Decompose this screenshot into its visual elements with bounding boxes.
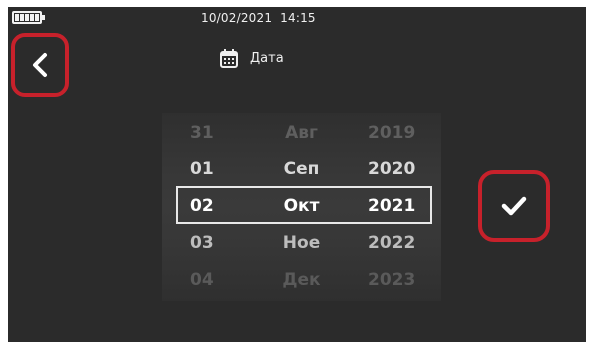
battery-icon — [12, 11, 42, 24]
picker-year: 2022 — [368, 233, 416, 253]
back-button[interactable] — [11, 33, 69, 97]
picker-year: 2020 — [368, 159, 416, 179]
status-time: 14:15 — [280, 11, 316, 25]
status-date: 10/02/2021 — [201, 11, 273, 25]
picker-row[interactable]: 03 Ное 2022 — [162, 225, 441, 261]
picker-year: 2021 — [368, 196, 416, 216]
calendar-icon — [220, 49, 238, 68]
picker-row-selected[interactable]: 02 Окт 2021 — [162, 188, 441, 224]
picker-row[interactable]: 04 Дек 2023 — [162, 262, 441, 298]
device-screen: 10/02/2021 14:15 Дата 31 Авг 2019 01 Сеп… — [8, 7, 586, 342]
page-header: Дата — [220, 49, 284, 68]
picker-row[interactable]: 31 Авг 2019 — [162, 115, 441, 151]
battery-tip — [42, 15, 45, 20]
page-title: Дата — [250, 51, 284, 66]
checkmark-icon — [501, 196, 527, 216]
confirm-button[interactable] — [478, 170, 550, 242]
picker-year: 2019 — [368, 123, 416, 143]
chevron-left-icon — [33, 53, 47, 77]
picker-year: 2023 — [368, 270, 416, 290]
status-datetime: 10/02/2021 14:15 — [201, 11, 316, 25]
date-picker[interactable]: 31 Авг 2019 01 Сеп 2020 02 Окт 2021 03 Н… — [162, 113, 441, 301]
picker-row[interactable]: 01 Сеп 2020 — [162, 151, 441, 187]
